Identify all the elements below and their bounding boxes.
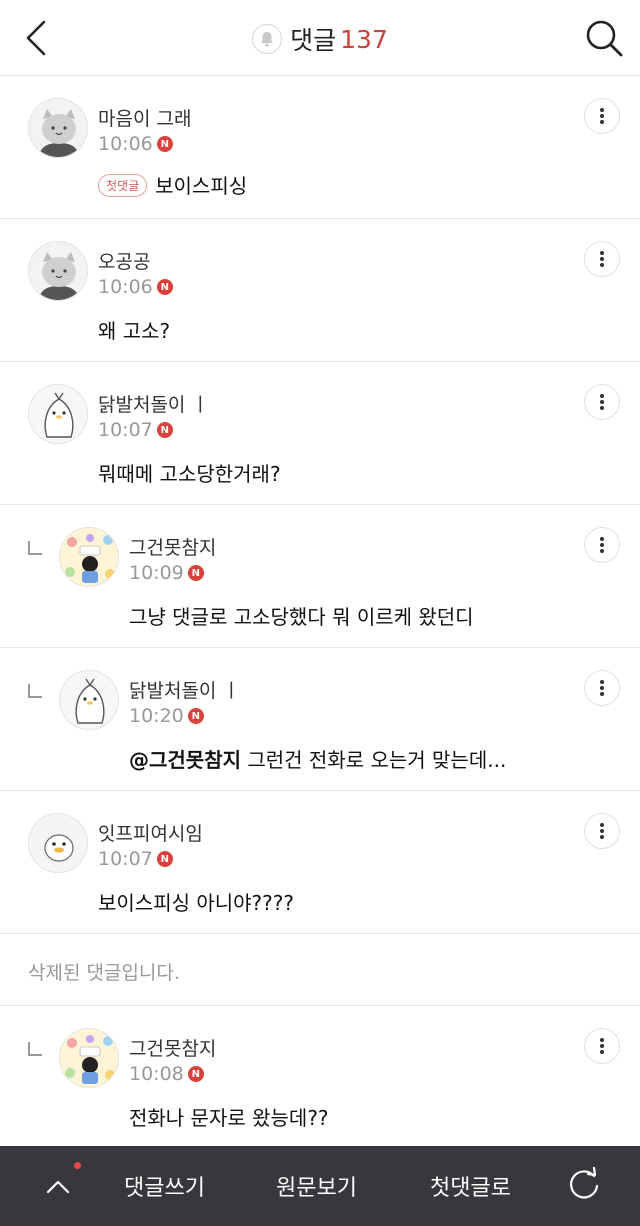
comment-nickname[interactable]: 그건못참지: [129, 1034, 216, 1061]
deleted-comment-label: 삭제된 댓글입니다.: [28, 962, 180, 984]
chevron-up-icon: [46, 1180, 70, 1194]
comment-text: 왜 고소?: [98, 319, 171, 343]
comment-item: 오공공 10:06 N 왜 고소?: [0, 219, 640, 362]
doodle-avatar-icon: [60, 1029, 118, 1087]
more-options-button[interactable]: [584, 241, 620, 277]
comment-item: 닭발처돌이 ㅣ 10:07 N 뭐때메 고소당한거래?: [0, 362, 640, 505]
new-badge: N: [156, 851, 173, 867]
time-label: 10:09: [129, 562, 184, 584]
top-bar: 댓글 137: [0, 0, 640, 76]
more-vertical-icon: [600, 394, 604, 410]
more-vertical-icon: [600, 680, 604, 696]
search-button[interactable]: [582, 16, 626, 60]
cat-avatar-icon: [29, 99, 87, 157]
new-badge: N: [187, 708, 204, 724]
comment-time: 10:06 N: [98, 133, 173, 155]
more-vertical-icon: [600, 251, 604, 267]
comment-item: 잇프피여시임 10:07 N 보이스피싱 아니야????: [0, 791, 640, 934]
comment-nickname[interactable]: 닭발처돌이 ㅣ: [98, 390, 209, 417]
more-vertical-icon: [600, 108, 604, 124]
avatar[interactable]: [28, 241, 88, 301]
reply-item: 그건못참지 10:09 N 그냥 댓글로 고소당했다 뭐 이르케 왔던디: [0, 505, 640, 648]
reply-indicator-icon: [28, 1042, 42, 1056]
comment-text: 보이스피싱: [155, 174, 248, 198]
avatar[interactable]: [28, 384, 88, 444]
avatar[interactable]: [28, 98, 88, 158]
comment-text: 보이스피싱 아니야????: [98, 891, 295, 915]
notification-dot: [74, 1162, 81, 1169]
comment-time: 10:07 N: [98, 848, 173, 870]
more-vertical-icon: [600, 1038, 604, 1054]
avatar[interactable]: [59, 527, 119, 587]
penguin-avatar-icon: [29, 385, 87, 443]
time-label: 10:08: [129, 1063, 184, 1085]
more-options-button[interactable]: [584, 670, 620, 706]
avatar[interactable]: [59, 1028, 119, 1088]
bell-icon[interactable]: [252, 24, 283, 54]
comment-nickname[interactable]: 닭발처돌이 ㅣ: [129, 676, 240, 703]
comment-time: 10:09 N: [129, 562, 204, 584]
comment-nickname[interactable]: 잇프피여시임: [98, 819, 203, 846]
penguin-avatar-icon: [60, 671, 118, 729]
comment-nickname[interactable]: 마음이 그래: [98, 104, 191, 131]
time-label: 10:07: [98, 848, 153, 870]
duck-avatar-icon: [29, 814, 87, 872]
more-options-button[interactable]: [584, 98, 620, 134]
view-original-button[interactable]: 원문보기: [276, 1170, 357, 1202]
comment-text: 뭐때메 고소당한거래?: [98, 462, 281, 486]
title-label: 댓글: [290, 26, 337, 55]
doodle-avatar-icon: [60, 528, 118, 586]
comment-body: @그건못참지 그런건 전화로 오는거 맞는데...: [129, 744, 506, 773]
search-icon: [586, 20, 623, 57]
comment-body: 첫댓글 보이스피싱: [98, 170, 247, 199]
first-comment-badge: 첫댓글: [98, 174, 148, 197]
comment-time: 10:20 N: [129, 705, 204, 727]
comment-item: 마음이 그래 10:06 N 첫댓글 보이스피싱: [0, 76, 640, 219]
time-label: 10:06: [98, 133, 153, 155]
avatar[interactable]: [59, 670, 119, 730]
more-options-button[interactable]: [584, 813, 620, 849]
more-vertical-icon: [600, 537, 604, 553]
reply-indicator-icon: [28, 684, 42, 698]
new-badge: N: [156, 279, 173, 295]
new-badge: N: [187, 1066, 204, 1082]
deleted-comment: 삭제된 댓글입니다.: [0, 934, 640, 1006]
comment-time: 10:06 N: [98, 276, 173, 298]
more-options-button[interactable]: [584, 384, 620, 420]
comment-list: 마음이 그래 10:06 N 첫댓글 보이스피싱 오공공 10:06 N 왜 고…: [0, 76, 640, 1149]
time-label: 10:06: [98, 276, 153, 298]
page-title: 댓글 137: [0, 20, 640, 58]
bottom-action-bar: 댓글쓰기 원문보기 첫댓글로: [0, 1146, 640, 1226]
comment-time: 10:08 N: [129, 1063, 204, 1085]
reply-item: 그건못참지 10:08 N 전화나 문자로 왔능데??: [0, 1006, 640, 1149]
more-vertical-icon: [600, 823, 604, 839]
comment-text: 그냥 댓글로 고소당했다 뭐 이르케 왔던디: [129, 605, 474, 629]
refresh-button[interactable]: [560, 1162, 608, 1210]
scroll-top-button[interactable]: [36, 1166, 80, 1206]
comment-nickname[interactable]: 그건못참지: [129, 533, 216, 560]
reply-indicator-icon: [28, 541, 42, 555]
time-label: 10:07: [98, 419, 153, 441]
reply-item: 닭발처돌이 ㅣ 10:20 N @그건못참지 그런건 전화로 오는거 맞는데..…: [0, 648, 640, 791]
new-badge: N: [156, 136, 173, 152]
new-badge: N: [187, 565, 204, 581]
comment-time: 10:07 N: [98, 419, 173, 441]
cat-avatar-icon: [29, 242, 87, 300]
mention-link[interactable]: @그건못참지: [129, 748, 241, 772]
refresh-icon: [570, 1166, 599, 1199]
more-options-button[interactable]: [584, 1028, 620, 1064]
comment-nickname[interactable]: 오공공: [98, 247, 150, 274]
write-comment-button[interactable]: 댓글쓰기: [124, 1170, 205, 1202]
time-label: 10:20: [129, 705, 184, 727]
more-options-button[interactable]: [584, 527, 620, 563]
first-comment-button[interactable]: 첫댓글로: [430, 1170, 511, 1202]
comment-text: 그런건 전화로 오는거 맞는데...: [241, 748, 507, 772]
comment-text: 전화나 문자로 왔능데??: [129, 1106, 329, 1130]
avatar[interactable]: [28, 813, 88, 873]
new-badge: N: [156, 422, 173, 438]
comment-count: 137: [340, 24, 388, 54]
